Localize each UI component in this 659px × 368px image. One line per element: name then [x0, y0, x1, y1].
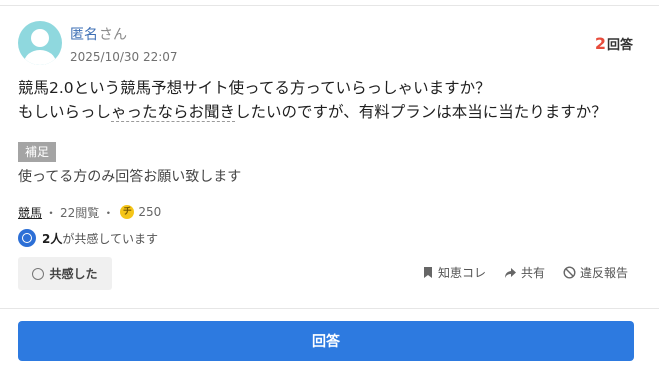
user-name[interactable]: 匿名さん — [70, 24, 127, 44]
view-count: 22閲覧 — [60, 205, 100, 220]
coin-icon: チ — [120, 205, 135, 219]
question-body: 競馬2.0という競馬予想サイト使ってる方っていらっしゃいますか？ もしいらっしゃ… — [18, 76, 643, 124]
chiebukuro-button[interactable]: 知恵コレ — [422, 264, 486, 281]
question-card: 匿名さん 2025/10/30 22:07 2回答 競馬2.0という競馬予想サイ… — [0, 0, 659, 368]
supplement-badge: 補足 — [18, 142, 57, 162]
top-divider — [0, 5, 659, 6]
chiebukuro-label: 知恵コレ — [437, 266, 486, 280]
smile-icon — [32, 267, 45, 280]
bottom-divider — [0, 308, 659, 309]
prohibited-icon — [563, 266, 576, 279]
report-button[interactable]: 違反報告 — [563, 264, 628, 281]
question-line-2: もしいらっしゃったならお聞きしたいのですが、有料プランは本当に当たりますか？ — [18, 100, 643, 124]
answer-count-suffix: 回答 — [606, 38, 633, 53]
category-link[interactable]: 競馬 — [18, 204, 42, 221]
meta-separator: ・ — [102, 205, 115, 220]
question-keyword-link[interactable]: ゃったならお聞き — [111, 103, 236, 122]
answer-count-number: 2 — [594, 34, 606, 53]
empathy-button[interactable]: 共感した — [18, 257, 112, 290]
share-label: 共有 — [520, 266, 545, 280]
question-line-2-part-b: したいのですが、有料プランは本当に当たりますか？ — [235, 103, 607, 121]
user-honorific: さん — [99, 27, 127, 43]
share-button[interactable]: 共有 — [504, 264, 545, 281]
empathy-icon — [18, 229, 36, 247]
avatar-head-icon — [31, 29, 49, 47]
report-label: 違反報告 — [579, 266, 628, 280]
meta-row: 競馬 ・ 22閲覧 ・ チ 250 — [18, 203, 161, 221]
empathy-text: が共感しています — [62, 231, 159, 246]
supplement-text: 使ってる方のみ回答お願い致します — [18, 169, 242, 185]
coin-count: 250 — [138, 205, 162, 219]
action-bar: 知恵コレ 共有 違反報告 — [404, 264, 628, 281]
user-name-text[interactable]: 匿名 — [70, 27, 98, 43]
empathy-count: 2人 — [42, 231, 63, 246]
question-line-1: 競馬2.0という競馬予想サイト使ってる方っていらっしゃいますか？ — [18, 79, 491, 97]
empathy-summary: 2人 が共感しています — [18, 228, 158, 248]
question-line-2-part-a: もしいらっし — [18, 103, 112, 121]
share-icon — [504, 267, 516, 278]
avatar[interactable] — [18, 21, 62, 65]
bookmark-icon — [423, 267, 432, 278]
avatar-body-icon — [24, 50, 56, 65]
post-date: 2025/10/30 22:07 — [70, 50, 178, 64]
meta-separator: ・ — [45, 205, 58, 220]
answer-count[interactable]: 2回答 — [595, 34, 633, 53]
answer-button[interactable]: 回答 — [18, 321, 634, 361]
empathy-button-label: 共感した — [49, 267, 98, 281]
